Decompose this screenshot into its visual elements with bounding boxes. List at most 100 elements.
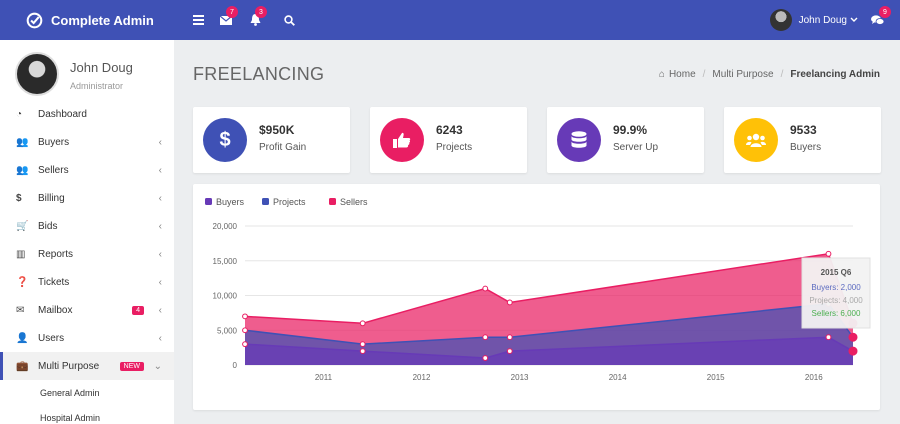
data-point-buyers xyxy=(482,355,489,361)
chat-badge: 9 xyxy=(879,6,891,18)
stat-label: Profit Gain xyxy=(259,142,307,153)
sidebar-item-multi-purpose[interactable]: 💼 Multi Purpose NEW ⌄ xyxy=(0,352,174,380)
breadcrumb-separator: / xyxy=(780,69,784,80)
data-point-projects xyxy=(506,334,513,341)
sidebar-item-sellers[interactable]: 👥 Sellers ‹ xyxy=(0,156,174,184)
legend-swatch xyxy=(262,198,269,205)
sidebar-item-reports[interactable]: ▥ Reports ‹ xyxy=(0,240,174,268)
users-icon xyxy=(746,133,766,147)
legend-swatch xyxy=(329,198,336,205)
stat-value: 6243 xyxy=(436,123,463,137)
x-tick-label: 2015 xyxy=(707,373,725,382)
question-icon: ❓ xyxy=(16,276,29,288)
mail-badge: 7 xyxy=(226,6,238,18)
sidebar-subitem-hospital-admin[interactable]: Hospital Admin xyxy=(0,405,174,424)
envelope-icon: ✉ xyxy=(16,304,25,316)
page-title: FREELANCING xyxy=(193,64,325,84)
chevron-left-icon: ‹ xyxy=(158,276,162,288)
tooltip-line: Buyers: 2,000 xyxy=(811,283,861,292)
chevron-down-icon: ⌄ xyxy=(153,360,162,372)
stat-circle xyxy=(380,118,424,162)
stat-card-profit: $ $950K Profit Gain xyxy=(193,107,350,173)
notifications-button[interactable]: 3 xyxy=(247,6,267,28)
database-icon xyxy=(571,131,587,148)
bar-chart-icon: ▥ xyxy=(16,248,26,260)
sidebar-item-label: Reports xyxy=(38,248,74,260)
tooltip-line: Sellers: 6,000 xyxy=(812,309,861,318)
sidebar-item-tickets[interactable]: ❓ Tickets ‹ xyxy=(0,268,174,296)
hamburger-icon xyxy=(192,15,204,25)
data-point-sellers xyxy=(482,285,489,292)
chevron-left-icon: ‹ xyxy=(158,136,162,148)
legend-swatch xyxy=(205,198,212,205)
sidebar-item-label: Sellers xyxy=(38,164,69,176)
check-circle-icon xyxy=(26,12,43,28)
data-point-buyers xyxy=(242,341,248,348)
legend-label: Sellers xyxy=(340,197,368,207)
sidebar-item-bids[interactable]: 🛒 Bids ‹ xyxy=(0,212,174,240)
data-point-sellers xyxy=(506,299,513,306)
sidebar-subitem-label: Hospital Admin xyxy=(40,412,101,423)
sidebar-item-users[interactable]: 👤 Users ‹ xyxy=(0,324,174,352)
cart-icon: 🛒 xyxy=(16,220,29,232)
mailbox-badge: 4 xyxy=(132,305,144,315)
brand[interactable]: Complete Admin xyxy=(0,0,174,40)
stat-circle xyxy=(734,118,778,162)
chevron-left-icon: ‹ xyxy=(158,248,162,260)
data-point-buyers xyxy=(848,346,858,356)
chevron-left-icon: ‹ xyxy=(158,304,162,316)
avatar xyxy=(769,9,792,31)
sidebar-item-mailbox[interactable]: ✉ Mailbox 4 ‹ xyxy=(0,296,174,324)
sidebar-item-billing[interactable]: $ Billing ‹ xyxy=(0,184,174,212)
user-name: John Doug xyxy=(798,14,847,26)
stat-value: 99.9% xyxy=(613,123,648,137)
sidebar-item-label: Buyers xyxy=(38,136,70,148)
sidebar-item-buyers[interactable]: 👥 Buyers ‹ xyxy=(0,128,174,156)
data-point-sellers xyxy=(359,320,366,327)
data-point-sellers xyxy=(825,250,832,257)
data-point-buyers xyxy=(359,348,366,355)
home-icon: ⌂ xyxy=(658,69,665,80)
stat-label: Projects xyxy=(436,142,473,153)
x-tick-label: 2012 xyxy=(413,373,431,382)
x-tick-label: 2011 xyxy=(315,373,333,382)
data-point-sellers xyxy=(242,313,248,320)
stat-card-projects: 6243 Projects xyxy=(370,107,527,173)
tooltip-line: Projects: 4,000 xyxy=(809,296,863,305)
user-menu[interactable]: John Doug xyxy=(769,9,858,31)
sidebar-item-label: Billing xyxy=(38,192,65,204)
sidebar-item-label: Users xyxy=(38,332,65,344)
sidebar-item-label: Bids xyxy=(38,220,58,232)
sidebar-item-label: Mailbox xyxy=(38,304,73,316)
x-tick-label: 2016 xyxy=(805,373,823,382)
y-tick-label: 20,000 xyxy=(213,222,238,231)
profile-name: John Doug xyxy=(70,60,133,75)
y-tick-label: 10,000 xyxy=(213,292,238,301)
sidebar-subitem-general-admin[interactable]: General Admin xyxy=(0,380,174,405)
chevron-left-icon: ‹ xyxy=(158,220,162,232)
breadcrumb-multi-purpose[interactable]: Multi Purpose xyxy=(712,69,773,80)
y-tick-label: 0 xyxy=(233,361,238,370)
legend-label: Buyers xyxy=(216,197,245,207)
tooltip-title: 2015 Q6 xyxy=(821,268,852,277)
brand-title: Complete Admin xyxy=(51,12,154,28)
menu-toggle-button[interactable] xyxy=(190,12,206,28)
user-icon: 👤 xyxy=(16,332,29,344)
stat-circle xyxy=(557,118,601,162)
stat-label: Server Up xyxy=(613,142,659,153)
search-button[interactable] xyxy=(281,12,297,28)
stat-label: Buyers xyxy=(790,142,822,153)
breadcrumb-separator: / xyxy=(702,69,706,80)
stat-value: 9533 xyxy=(790,123,817,137)
profile-avatar[interactable] xyxy=(15,52,59,96)
chat-button[interactable]: 9 xyxy=(869,6,891,28)
search-icon xyxy=(283,14,295,26)
y-tick-label: 15,000 xyxy=(213,257,238,266)
sidebar-item-dashboard[interactable]: ◔ Dashboard xyxy=(0,100,174,128)
chevron-left-icon: ‹ xyxy=(158,332,162,344)
data-point-buyers xyxy=(506,348,513,355)
breadcrumb-home[interactable]: Home xyxy=(669,69,696,80)
dollar-icon: $ xyxy=(16,192,22,204)
users-icon: 👥 xyxy=(16,136,29,148)
mail-button[interactable]: 7 xyxy=(218,6,238,28)
